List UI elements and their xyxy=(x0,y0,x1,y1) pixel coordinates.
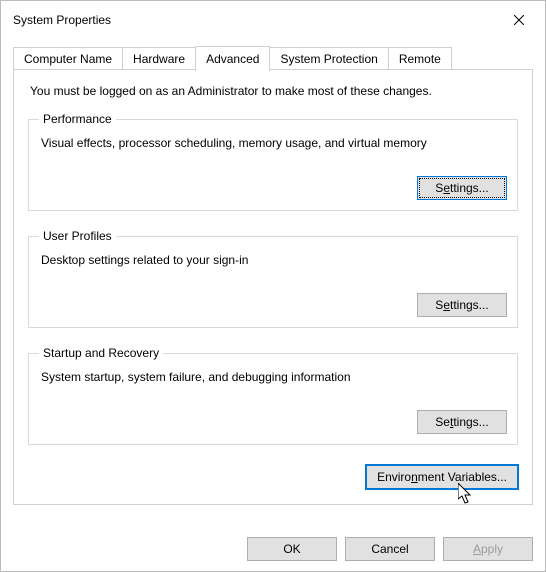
tab-system-protection[interactable]: System Protection xyxy=(269,47,388,70)
apply-button[interactable]: Apply xyxy=(443,537,533,561)
group-performance: Performance Visual effects, processor sc… xyxy=(28,112,518,211)
environment-variables-button[interactable]: Environment Variables... xyxy=(366,465,518,489)
tab-computer-name[interactable]: Computer Name xyxy=(13,47,123,70)
dialog-button-row: OK Cancel Apply xyxy=(247,537,533,561)
admin-note: You must be logged on as an Administrato… xyxy=(30,84,518,98)
titlebar: System Properties xyxy=(1,1,545,35)
group-startup-recovery: Startup and Recovery System startup, sys… xyxy=(28,346,518,445)
tabstrip: Computer Name Hardware Advanced System P… xyxy=(13,45,533,70)
group-user-profiles: User Profiles Desktop settings related t… xyxy=(28,229,518,328)
performance-settings-button[interactable]: Settings... xyxy=(417,176,507,200)
user-profiles-desc: Desktop settings related to your sign-in xyxy=(41,253,507,267)
group-user-profiles-legend: User Profiles xyxy=(39,229,116,243)
tab-remote[interactable]: Remote xyxy=(388,47,452,70)
close-button[interactable] xyxy=(505,10,533,30)
startup-recovery-settings-button[interactable]: Settings... xyxy=(417,410,507,434)
user-profiles-settings-button[interactable]: Settings... xyxy=(417,293,507,317)
tab-advanced[interactable]: Advanced xyxy=(195,46,270,71)
window-title: System Properties xyxy=(13,13,111,27)
ok-button[interactable]: OK xyxy=(247,537,337,561)
cancel-button[interactable]: Cancel xyxy=(345,537,435,561)
group-startup-recovery-legend: Startup and Recovery xyxy=(39,346,163,360)
tab-panel-advanced: You must be logged on as an Administrato… xyxy=(13,69,533,505)
close-icon xyxy=(514,15,524,25)
performance-desc: Visual effects, processor scheduling, me… xyxy=(41,136,507,150)
content-area: Computer Name Hardware Advanced System P… xyxy=(1,35,545,505)
tab-hardware[interactable]: Hardware xyxy=(122,47,196,70)
startup-recovery-desc: System startup, system failure, and debu… xyxy=(41,370,507,384)
group-performance-legend: Performance xyxy=(39,112,116,126)
